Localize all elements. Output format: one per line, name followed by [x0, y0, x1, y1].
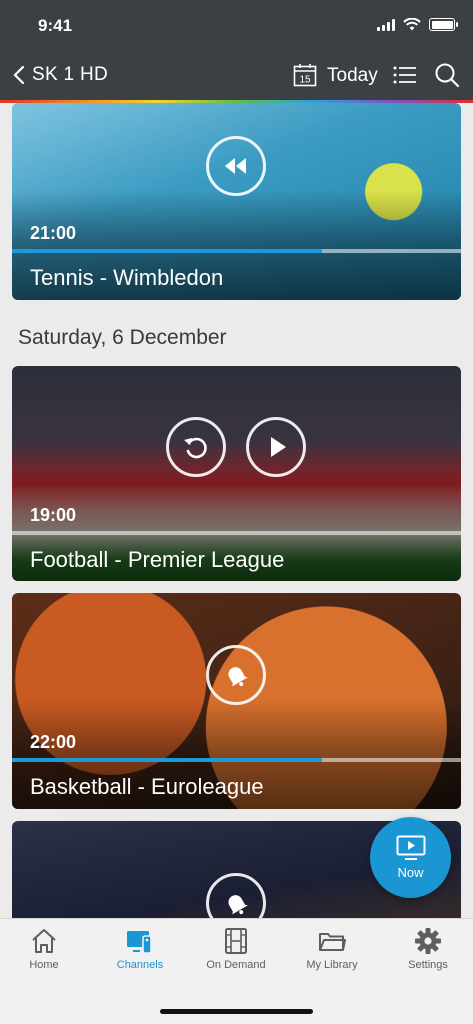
- tab-on-demand[interactable]: On Demand: [189, 927, 283, 971]
- progress-bar: [12, 531, 461, 535]
- program-card-football[interactable]: 19:00 Football - Premier League: [12, 366, 461, 581]
- film-icon: [225, 928, 247, 954]
- folder-icon: [319, 933, 346, 951]
- home-icon: [32, 929, 56, 953]
- tab-label: On Demand: [206, 959, 266, 971]
- search-icon[interactable]: [434, 62, 460, 88]
- progress-fill: [12, 758, 322, 762]
- play-button[interactable]: [246, 417, 306, 477]
- status-icons: [377, 18, 458, 31]
- program-title: Basketball - Euroleague: [30, 774, 264, 799]
- reminder-button[interactable]: [206, 645, 266, 705]
- cellular-signal-icon: [377, 18, 395, 31]
- status-bar: 9:41: [0, 0, 473, 50]
- tab-settings[interactable]: Settings: [381, 927, 473, 971]
- program-card-tennis[interactable]: 21:00 Tennis - Wimbledon: [12, 103, 461, 300]
- progress-bar: [12, 249, 461, 253]
- status-time: 9:41: [38, 16, 73, 35]
- list-view-icon[interactable]: [393, 64, 417, 86]
- top-nav-bar: SK 1 HD 15 Today: [0, 50, 473, 100]
- program-time: 22:00: [30, 732, 77, 752]
- tab-label: Settings: [408, 959, 448, 971]
- now-label: Now: [397, 865, 424, 880]
- tv-remote-icon: [127, 931, 152, 954]
- calendar-icon[interactable]: 15: [293, 63, 317, 87]
- channel-title[interactable]: SK 1 HD: [32, 64, 108, 86]
- gear-icon: [415, 928, 441, 954]
- rewind-icon: [225, 158, 246, 174]
- play-icon: [271, 437, 286, 457]
- chevron-left-icon[interactable]: [12, 64, 26, 86]
- home-indicator: [160, 1009, 313, 1014]
- replay-button[interactable]: [166, 417, 226, 477]
- progress-bar: [12, 758, 461, 762]
- bell-icon: [228, 895, 248, 915]
- tv-play-icon: [396, 835, 425, 860]
- tab-label: Channels: [116, 959, 164, 971]
- tab-label: Home: [29, 959, 59, 971]
- tab-home[interactable]: Home: [0, 927, 91, 971]
- program-time: 21:00: [30, 223, 77, 243]
- replay-icon: [184, 437, 207, 459]
- battery-icon: [429, 18, 458, 31]
- now-button[interactable]: Now: [370, 817, 451, 898]
- wifi-icon: [403, 18, 421, 31]
- tab-channels[interactable]: Channels: [93, 927, 187, 971]
- today-button[interactable]: Today: [327, 65, 378, 87]
- calendar-day: 15: [299, 75, 311, 86]
- program-card-basketball[interactable]: 22:00 Basketball - Euroleague: [12, 593, 461, 809]
- bell-icon: [228, 667, 248, 687]
- date-heading: Saturday, 6 December: [18, 326, 227, 349]
- progress-fill: [12, 249, 322, 253]
- tab-label: My Library: [306, 959, 358, 971]
- program-time: 19:00: [30, 505, 77, 525]
- program-title: Football - Premier League: [30, 547, 285, 572]
- rewind-button[interactable]: [206, 136, 266, 196]
- tab-my-library[interactable]: My Library: [285, 927, 379, 971]
- program-title: Tennis - Wimbledon: [30, 265, 224, 290]
